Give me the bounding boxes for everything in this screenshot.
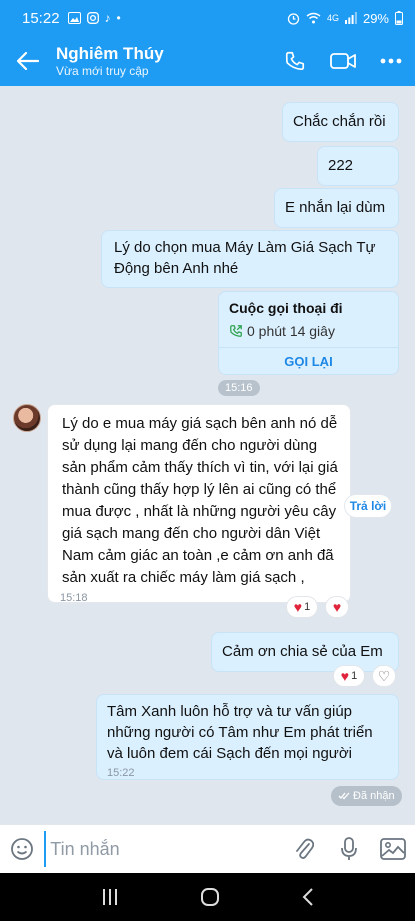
- message-bubble[interactable]: Tâm Xanh luôn hỗ trợ và tư vấn giúp nhữn…: [96, 694, 399, 780]
- more-dots-icon: [380, 58, 402, 64]
- avatar[interactable]: [13, 404, 41, 432]
- call-log-card[interactable]: Cuộc gọi thoại đi 0 phút 14 giây GỌI LẠI: [218, 291, 399, 375]
- call-back-button[interactable]: GỌI LẠI: [219, 354, 398, 369]
- emoji-icon: [11, 838, 34, 860]
- paperclip-icon: [296, 838, 315, 859]
- phone-icon: [285, 51, 305, 71]
- dot-icon: •: [116, 11, 121, 25]
- contact-info[interactable]: Nghiêm Thúy Vừa mới truy cập: [56, 44, 271, 79]
- back-nav-icon[interactable]: [301, 887, 315, 907]
- alarm-icon: [287, 12, 300, 25]
- message-bubble[interactable]: 222: [317, 146, 399, 186]
- contact-name: Nghiêm Thúy: [56, 43, 164, 63]
- message-text: Tâm Xanh luôn hỗ trợ và tư vấn giúp nhữn…: [107, 703, 373, 762]
- call-title: Cuộc gọi thoại đi: [229, 300, 343, 316]
- time-separator: 15:16: [218, 380, 260, 396]
- heart-icon: ♥: [340, 668, 350, 684]
- delivery-status-text: Đã nhận: [353, 790, 395, 802]
- message-bubble[interactable]: Lý do chọn mua Máy Làm Giá Sạch Tự Động …: [101, 230, 399, 288]
- microphone-icon: [340, 837, 357, 860]
- notification-icons: ♪ •: [67, 11, 121, 25]
- signal-icon: [344, 12, 357, 24]
- wifi-icon: [306, 12, 321, 24]
- back-button[interactable]: [0, 36, 56, 86]
- message-text: Lý do chọn mua Máy Làm Giá Sạch Tự Động …: [114, 239, 376, 277]
- message-input[interactable]: [44, 831, 283, 867]
- video-camera-icon: [330, 53, 356, 69]
- recent-apps-icon[interactable]: [101, 888, 119, 906]
- double-check-icon: [338, 792, 350, 800]
- voice-call-button[interactable]: [271, 36, 319, 86]
- message-bubble[interactable]: E nhắn lại dùm: [274, 188, 399, 228]
- voice-message-button[interactable]: [327, 825, 371, 874]
- network-type: 4G: [326, 13, 339, 23]
- emoji-button[interactable]: [0, 825, 44, 874]
- chat-area[interactable]: Chắc chắn rồi 222 E nhắn lại dùm Lý do c…: [0, 86, 415, 824]
- reaction-count: 1: [304, 601, 311, 613]
- battery-icon: [395, 11, 403, 25]
- react-button[interactable]: ♡: [372, 665, 396, 687]
- react-button[interactable]: ♥: [325, 596, 349, 618]
- call-duration-row: 0 phút 14 giây: [229, 323, 335, 339]
- heart-icon: ♥: [332, 599, 342, 615]
- message-input-bar: [0, 824, 415, 873]
- instagram-icon: [86, 12, 99, 24]
- message-bubble[interactable]: Lý do e mua máy giá sạch bên anh nó dễ s…: [47, 404, 351, 604]
- reaction-badge[interactable]: ♥ 1: [333, 665, 365, 687]
- clock: 15:22: [22, 9, 60, 27]
- delivery-status: Đã nhận: [331, 786, 402, 806]
- outgoing-call-icon: [230, 325, 242, 337]
- message-time: 15:22: [107, 767, 135, 779]
- home-icon[interactable]: [200, 887, 220, 907]
- gallery-icon: [67, 12, 81, 24]
- reaction-badge[interactable]: ♥ 1: [286, 596, 318, 618]
- more-options-button[interactable]: [367, 36, 415, 86]
- battery-level: 29%: [362, 10, 389, 26]
- message-bubble[interactable]: Chắc chắn rồi: [282, 102, 399, 142]
- attach-button[interactable]: [282, 825, 326, 874]
- message-text: Lý do e mua máy giá sạch bên anh nó dễ s…: [62, 415, 338, 586]
- video-call-button[interactable]: [319, 36, 367, 86]
- call-duration: 0 phút 14 giây: [247, 323, 335, 339]
- arrow-left-icon: [17, 52, 39, 70]
- reaction-count: 1: [351, 670, 358, 682]
- message-text: E nhắn lại dùm: [285, 199, 386, 216]
- message-text: Chắc chắn rồi: [293, 113, 386, 130]
- message-text: Cảm ơn chia sẻ của Em: [222, 643, 383, 660]
- image-icon: [379, 838, 406, 860]
- reply-button[interactable]: Trả lời: [344, 494, 392, 518]
- status-bar: 15:22 ♪ • 4G 29%: [0, 0, 415, 36]
- message-bubble[interactable]: Cảm ơn chia sẻ của Em: [211, 632, 399, 672]
- image-button[interactable]: [371, 825, 415, 874]
- system-nav-bar: [0, 873, 415, 921]
- divider: [219, 347, 398, 348]
- tiktok-icon: ♪: [104, 11, 111, 25]
- heart-outline-icon: ♡: [377, 668, 391, 684]
- chat-header: Nghiêm Thúy Vừa mới truy cập: [0, 36, 415, 86]
- heart-icon: ♥: [293, 599, 303, 615]
- message-text: 222: [328, 157, 354, 174]
- contact-status: Vừa mới truy cập: [56, 63, 149, 78]
